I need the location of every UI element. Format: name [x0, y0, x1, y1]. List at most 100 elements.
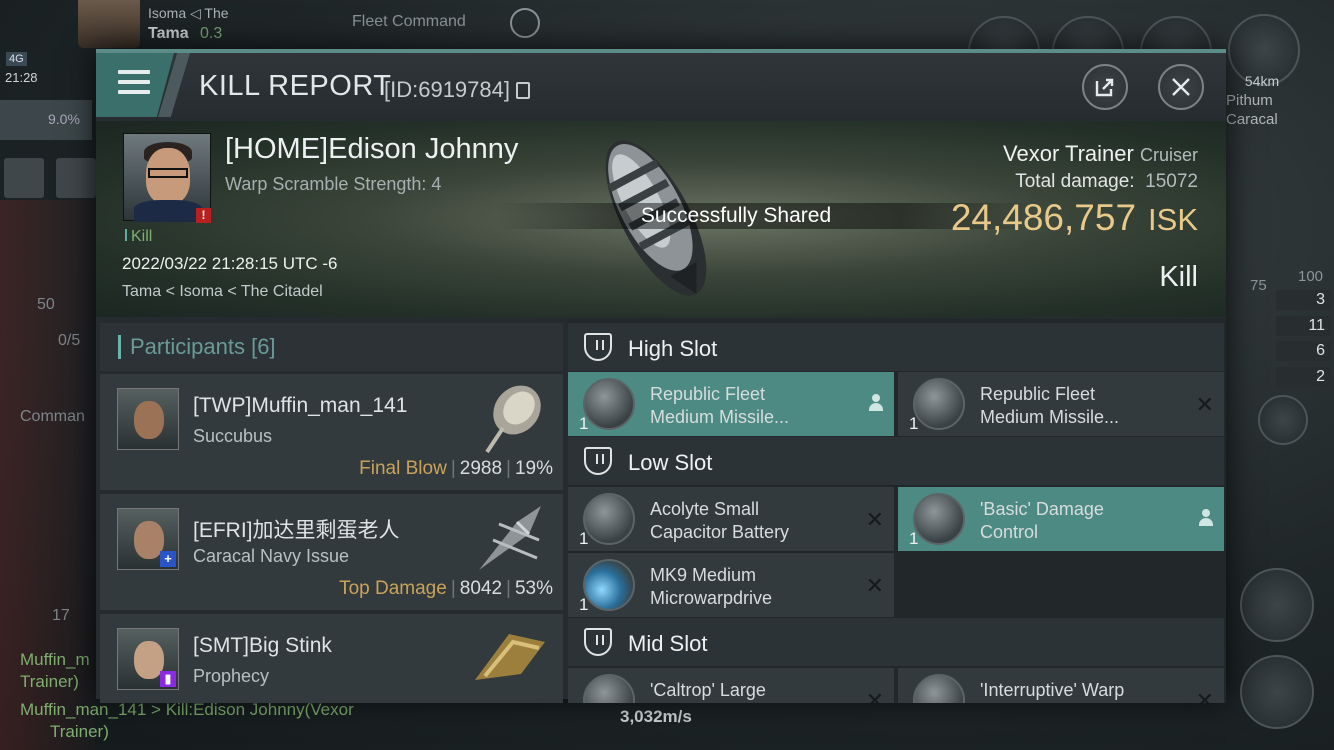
target-type: Caracal	[1226, 111, 1278, 128]
capacitor-battery-icon	[583, 493, 635, 545]
damage-control-icon	[913, 493, 965, 545]
low-slot-label: Low Slot	[628, 450, 713, 475]
missile-launcher-icon	[583, 378, 635, 430]
chat-line: Muffin_man_141 > Kill:Edison Johnny(Vexo…	[20, 700, 354, 719]
module-item[interactable]: 1 Republic Fleet Medium Missile... ✕	[898, 372, 1224, 436]
warp-disruptor-icon	[913, 674, 965, 703]
scale-label: 100	[1298, 268, 1324, 285]
destroyed-icon: ✕	[1195, 392, 1214, 417]
damage-label: Total damage:	[1015, 171, 1135, 192]
kill-location: Tama < Isoma < The Citadel	[122, 283, 323, 300]
ship-class: Cruiser	[1139, 145, 1198, 165]
module-name: MK9 Medium Microwarpdrive	[650, 564, 772, 610]
eye-icon[interactable]	[1258, 395, 1308, 445]
module-item[interactable]: 1 MK9 Medium Microwarpdrive ✕	[568, 553, 894, 617]
kill-id: [ID:6919784]	[384, 77, 510, 102]
module-item[interactable]: 1 'Basic' Damage Control	[898, 487, 1224, 551]
target-distance: 54km	[1244, 73, 1280, 89]
missile-launcher-icon	[913, 378, 965, 430]
cargo-percent: 9.0%	[48, 111, 80, 127]
destroyed-icon: ✕	[865, 688, 884, 703]
module-name: Acolyte Small Capacitor Battery	[650, 498, 789, 544]
module-name: 'Caltrop' Large	[650, 679, 766, 702]
module-item[interactable]: 1 Republic Fleet Medium Missile...	[568, 372, 894, 436]
stat-value: 6	[1276, 341, 1331, 361]
isk-value: 24,486,757 ISK	[951, 197, 1198, 239]
clock-icon[interactable]	[510, 8, 540, 38]
module-button[interactable]	[1240, 568, 1314, 642]
ship-speed: 3,032m/s	[620, 707, 692, 726]
participant-damage: 2988	[459, 458, 503, 479]
share-icon	[1095, 78, 1114, 97]
participant-portrait[interactable]: +	[117, 508, 179, 570]
module-qty: 1	[909, 529, 919, 548]
stat-value: 11	[1276, 316, 1331, 336]
chat-line: Muffin_m	[20, 650, 90, 669]
victim-name[interactable]: [HOME]Edison Johnny	[225, 133, 518, 166]
player-system: Tama	[148, 25, 189, 42]
damage-value: 15072	[1145, 171, 1198, 192]
command-label: Comman	[20, 408, 85, 425]
left-value-2: 0/5	[58, 332, 81, 349]
kill-date: 2022/03/22 21:28:15 UTC -6	[122, 254, 338, 273]
share-button[interactable]	[1082, 64, 1128, 110]
participant-row[interactable]: ▮ [SMT]Big Stink Prophecy	[100, 614, 563, 703]
victim-summary: ! [HOME]Edison Johnny Warp Scramble Stre…	[96, 121, 1226, 317]
participant-ship: Succubus	[193, 426, 273, 446]
dialog-header: KILL REPORT [ID:6919784]	[96, 53, 1226, 121]
kill-tag: Kill	[125, 228, 152, 246]
stat-value: 3	[1276, 290, 1331, 310]
module-name-line: Capacitor Battery	[650, 522, 790, 542]
module-name-line: Republic Fleet	[980, 384, 1096, 404]
high-slot-header: High Slot	[568, 323, 1224, 371]
module-name-line: 'Interruptive' Warp	[980, 680, 1125, 700]
system-time: 21:28	[5, 70, 38, 85]
security-status: 0.3	[200, 25, 223, 42]
module-button[interactable]	[1240, 655, 1314, 729]
corp-badge: ▮	[160, 671, 176, 687]
module-name-line: Republic Fleet	[650, 384, 766, 404]
navigate-icon[interactable]	[4, 158, 44, 198]
module-name: Republic Fleet Medium Missile...	[650, 383, 789, 429]
target-name: Pithum	[1226, 92, 1273, 109]
local-count: 17	[52, 607, 70, 624]
select-icon[interactable]	[56, 158, 96, 198]
module-qty: 1	[579, 529, 589, 548]
destroyed-icon: ✕	[865, 573, 884, 598]
module-name-line: Medium Missile...	[650, 407, 790, 427]
top-damage-tag: Top Damage	[339, 578, 447, 599]
menu-icon	[118, 70, 150, 96]
mid-slot-label: Mid Slot	[628, 631, 708, 656]
isk-amount: 24,486,757	[950, 197, 1137, 238]
player-avatar[interactable]	[78, 0, 140, 48]
module-item[interactable]: 1 Acolyte Small Capacitor Battery ✕	[568, 487, 894, 551]
module-qty: 1	[909, 414, 919, 433]
copy-icon[interactable]	[516, 82, 530, 99]
ship-type-name[interactable]: Vexor Trainer	[1003, 141, 1134, 166]
participant-portrait[interactable]	[117, 388, 179, 450]
fitting-panel: High Slot 1 Republic Fleet Medium Missile…	[568, 319, 1226, 703]
mid-slot-header: Mid Slot	[568, 618, 1224, 666]
participant-name: [EFRI]加达里剩蛋老人	[193, 519, 400, 542]
module-name-line: 'Basic' Damage	[980, 499, 1104, 519]
fleet-command-label[interactable]: Fleet Command	[352, 13, 466, 31]
kill-tag-label: Kill	[131, 228, 153, 245]
participant-row[interactable]: [TWP]Muffin_man_141 Succubus Final Blow |…	[100, 374, 563, 490]
module-name: Republic Fleet Medium Missile...	[980, 383, 1119, 429]
total-damage: Total damage: 15072	[1015, 171, 1198, 193]
dialog-title: KILL REPORT	[199, 70, 392, 102]
module-name: 'Basic' Damage Control	[980, 498, 1104, 544]
pilot-icon	[1198, 509, 1214, 527]
module-item[interactable]: 'Caltrop' Large ✕	[568, 668, 894, 703]
module-name-line: MK9 Medium	[650, 565, 757, 585]
close-icon	[1172, 78, 1190, 96]
slot-icon	[584, 447, 612, 475]
close-button[interactable]	[1158, 64, 1204, 110]
participant-portrait[interactable]: ▮	[117, 628, 179, 690]
participant-ship-image	[485, 385, 541, 454]
participant-damage: 8042	[459, 578, 503, 599]
participant-percent: 19%	[514, 458, 553, 479]
participant-stats: Top Damage | 8042 | 53%	[339, 578, 553, 599]
participant-row[interactable]: + [EFRI]加达里剩蛋老人 Caracal Navy Issue Top D…	[100, 494, 563, 610]
module-item[interactable]: 'Interruptive' Warp ✕	[898, 668, 1224, 703]
